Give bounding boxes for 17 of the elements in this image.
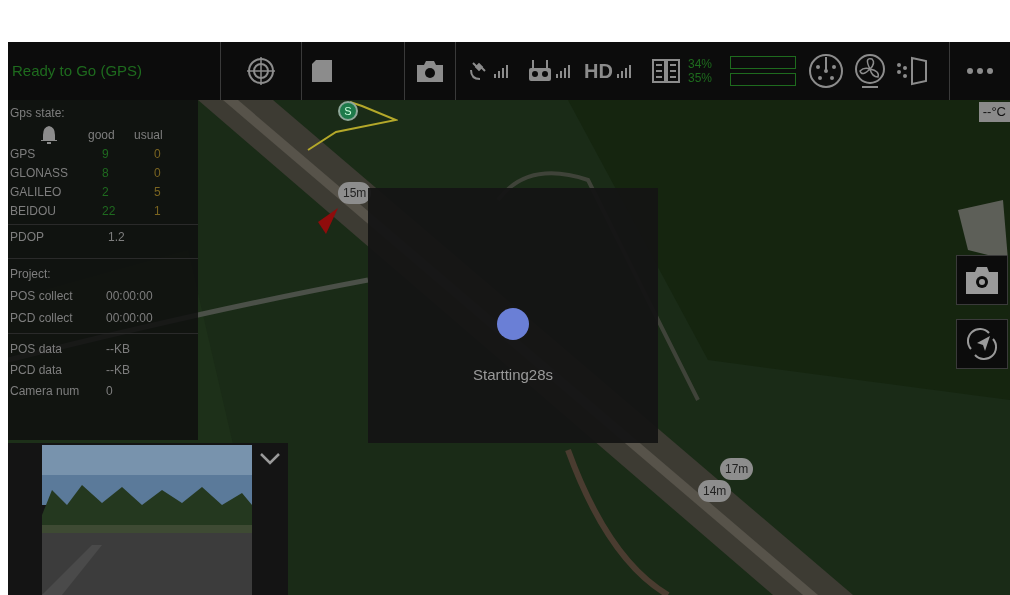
fan-icon[interactable] [852,53,888,89]
battery-percent: 35% [688,71,714,85]
hd-label: HD [584,59,613,84]
signal-icon [616,64,631,78]
signal-icon [494,64,508,78]
door-icon[interactable] [896,56,930,86]
more-icon[interactable] [967,68,993,74]
voltage-box [730,73,796,86]
crosshair-icon[interactable] [246,56,276,86]
sd-card-icon[interactable] [312,60,332,82]
battery-percent: 34% [688,57,714,71]
camera-icon[interactable] [417,60,443,82]
voltage-box [730,56,796,69]
radar-icon[interactable] [808,53,844,89]
remote-controller-icon [528,60,552,82]
flight-status: Ready to Go (GPS) [11,60,144,81]
signal-icon [556,64,570,78]
